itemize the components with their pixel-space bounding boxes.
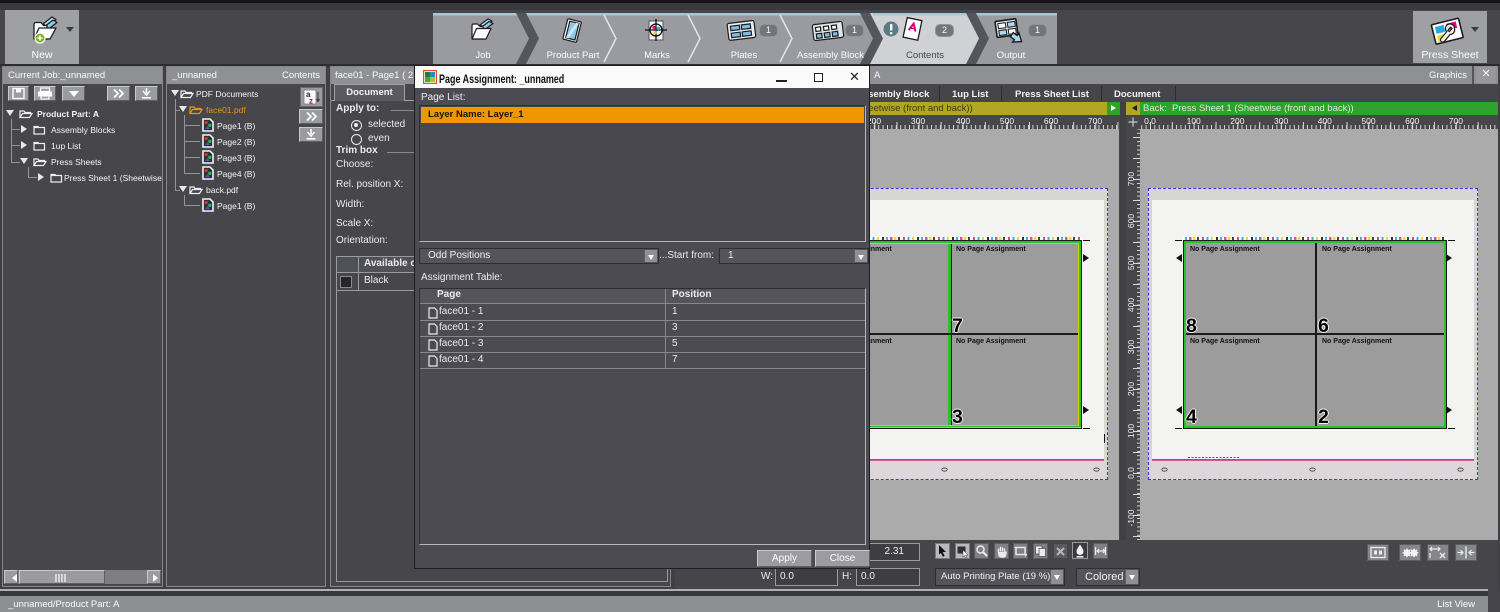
svg-text:z: z bbox=[309, 97, 313, 106]
